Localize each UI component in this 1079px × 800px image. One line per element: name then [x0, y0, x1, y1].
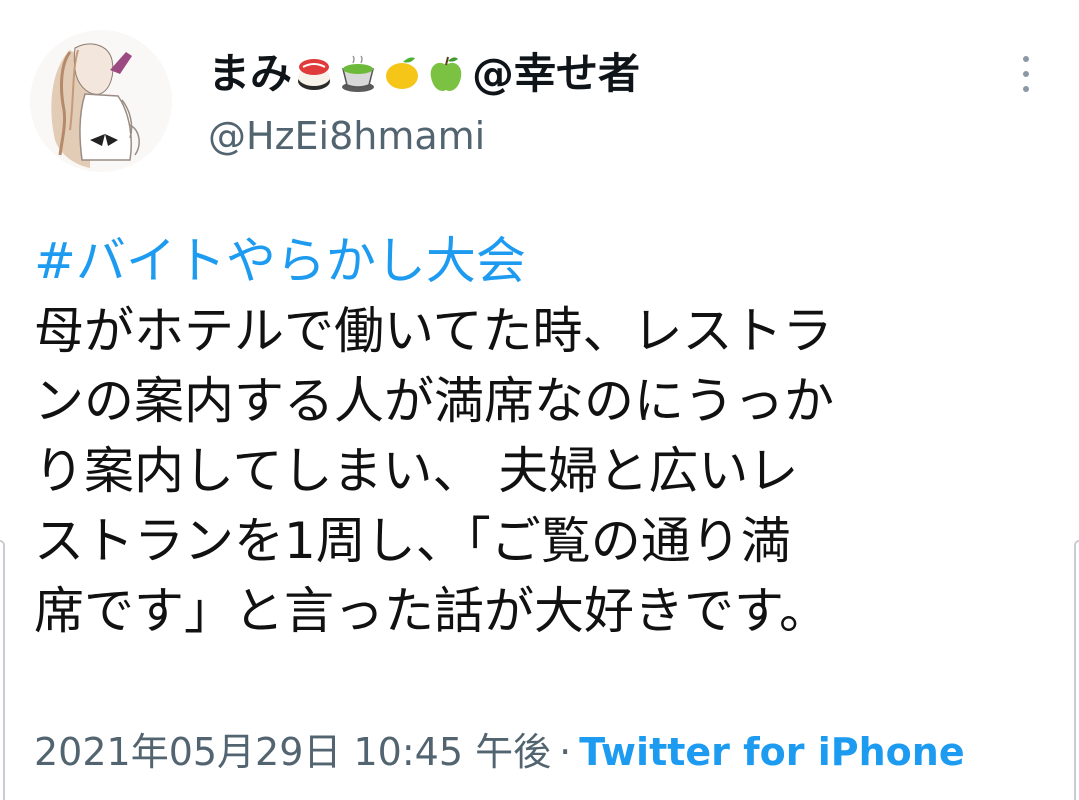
- tweet-line: 母がホテルで働いてた時、レストラ: [34, 302, 833, 360]
- author-name-text: まみ: [208, 49, 293, 98]
- avatar[interactable]: [30, 30, 172, 172]
- tweet-meta: 2021年05月29日 10:45 午後 · Twitter for iPhone: [34, 725, 965, 779]
- right-edge-divider: [1074, 540, 1079, 800]
- lemon-icon: [381, 53, 423, 95]
- hashtag-link[interactable]: #バイトやらかし大会: [34, 226, 1054, 296]
- meta-separator: ·: [559, 730, 572, 774]
- tweet-source-link[interactable]: Twitter for iPhone: [579, 730, 964, 774]
- tweet-line: ンの案内する人が満席なのにうっか: [34, 372, 834, 430]
- more-dot: [1023, 71, 1029, 77]
- author-handle[interactable]: @HzEi8hmami: [208, 110, 485, 162]
- author-display-name[interactable]: まみ @幸せ者: [208, 46, 640, 102]
- more-vertical-icon[interactable]: [1008, 52, 1044, 96]
- sushi-icon: [293, 53, 335, 95]
- left-edge-divider: [0, 540, 5, 800]
- tweet-line: ストランを1周し、「ご覧の通り満: [34, 512, 791, 570]
- green-tea-icon: [337, 53, 379, 95]
- more-dot: [1023, 86, 1029, 92]
- more-dot: [1023, 56, 1029, 62]
- tweet-timestamp[interactable]: 2021年05月29日 10:45 午後: [34, 730, 551, 774]
- tweet-line: り案内してしまい、 夫婦と広いレ: [34, 442, 799, 500]
- tweet-text: #バイトやらかし大会 母がホテルで働いてた時、レストラ ンの案内する人が満席なの…: [34, 226, 1054, 646]
- tweet-line: 席です」と言った話が大好きです。: [34, 582, 829, 640]
- green-apple-icon: [425, 53, 467, 95]
- girl-sketch-avatar-image: [30, 30, 172, 172]
- author-name-suffix: @幸せ者: [472, 49, 641, 98]
